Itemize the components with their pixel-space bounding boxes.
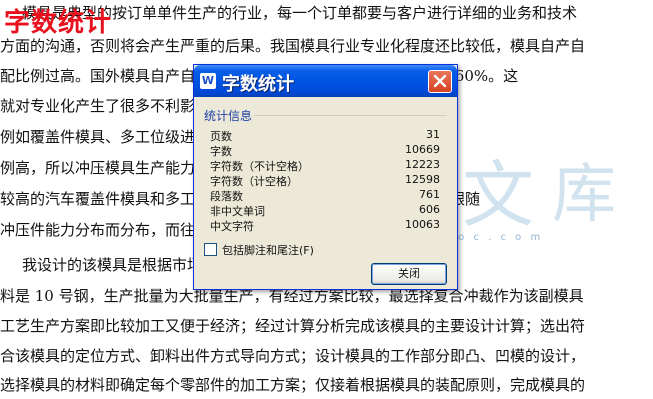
stat-value: 761: [419, 188, 440, 201]
stat-row-chinese-chars: 中文字符 10063: [210, 218, 440, 233]
doc-line: 合该模具的定位方式、卸料出件方式导向方式；设计模具的工作部分即凸、凹模的设计，: [0, 347, 586, 365]
doc-line: 选择模具的材料即确定每个零部件的加工方案；仅接着根据模具的装配原则，完成模具的: [0, 376, 586, 394]
stat-row-chars-no-spaces: 字符数（不计空格） 12223: [210, 158, 440, 173]
stat-row-pages: 页数 31: [210, 128, 440, 143]
stat-value: 606: [419, 203, 440, 216]
doc-line: 冲压件能力分布而分布，而往往…: [0, 221, 226, 239]
stat-label: 字数: [210, 145, 232, 158]
stat-label: 字符数（不计空格）: [210, 160, 309, 173]
stat-row-non-chinese-words: 非中文单词 606: [210, 203, 440, 218]
word-app-icon: W: [200, 73, 216, 89]
dialog-titlebar[interactable]: W 字数统计: [194, 65, 457, 97]
include-footnotes-checkbox[interactable]: [204, 243, 217, 256]
doc-line: 工艺生产方案即比较加工又便于经济；经过计算分析完成该模具的主要设计计算；选出符: [0, 317, 586, 335]
stat-value: 12598: [405, 173, 440, 186]
include-footnotes-label[interactable]: 包括脚注和尾注(F): [222, 242, 314, 258]
stat-label: 字符数（计空格）: [210, 175, 298, 188]
stat-value: 10063: [405, 218, 440, 231]
stat-value: 31: [426, 128, 440, 141]
stat-row-words: 字数 10669: [210, 143, 440, 158]
page-title-overlay: 字数统计: [4, 8, 113, 38]
svg-text:库: 库: [552, 158, 616, 232]
dialog-title: 字数统计: [222, 74, 294, 95]
stat-label: 页数: [210, 130, 232, 143]
stat-label: 中文字符: [210, 220, 254, 233]
close-icon[interactable]: [428, 70, 452, 93]
stat-value: 10669: [405, 143, 440, 156]
stat-row-chars-with-spaces: 字符数（计空格） 12598: [210, 173, 440, 188]
group-divider: [254, 115, 447, 116]
stat-label: 段落数: [210, 190, 243, 203]
stat-label: 非中文单词: [210, 205, 265, 218]
word-count-dialog: W 字数统计 统计信息 页数 31 字数 10669 字符数（不计空格） 122…: [193, 64, 458, 290]
stat-row-paragraphs: 段落数 761: [210, 188, 440, 203]
stat-value: 12223: [405, 158, 440, 171]
statistics-group-title: 统计信息: [204, 109, 253, 123]
close-button[interactable]: 关闭: [371, 263, 447, 285]
